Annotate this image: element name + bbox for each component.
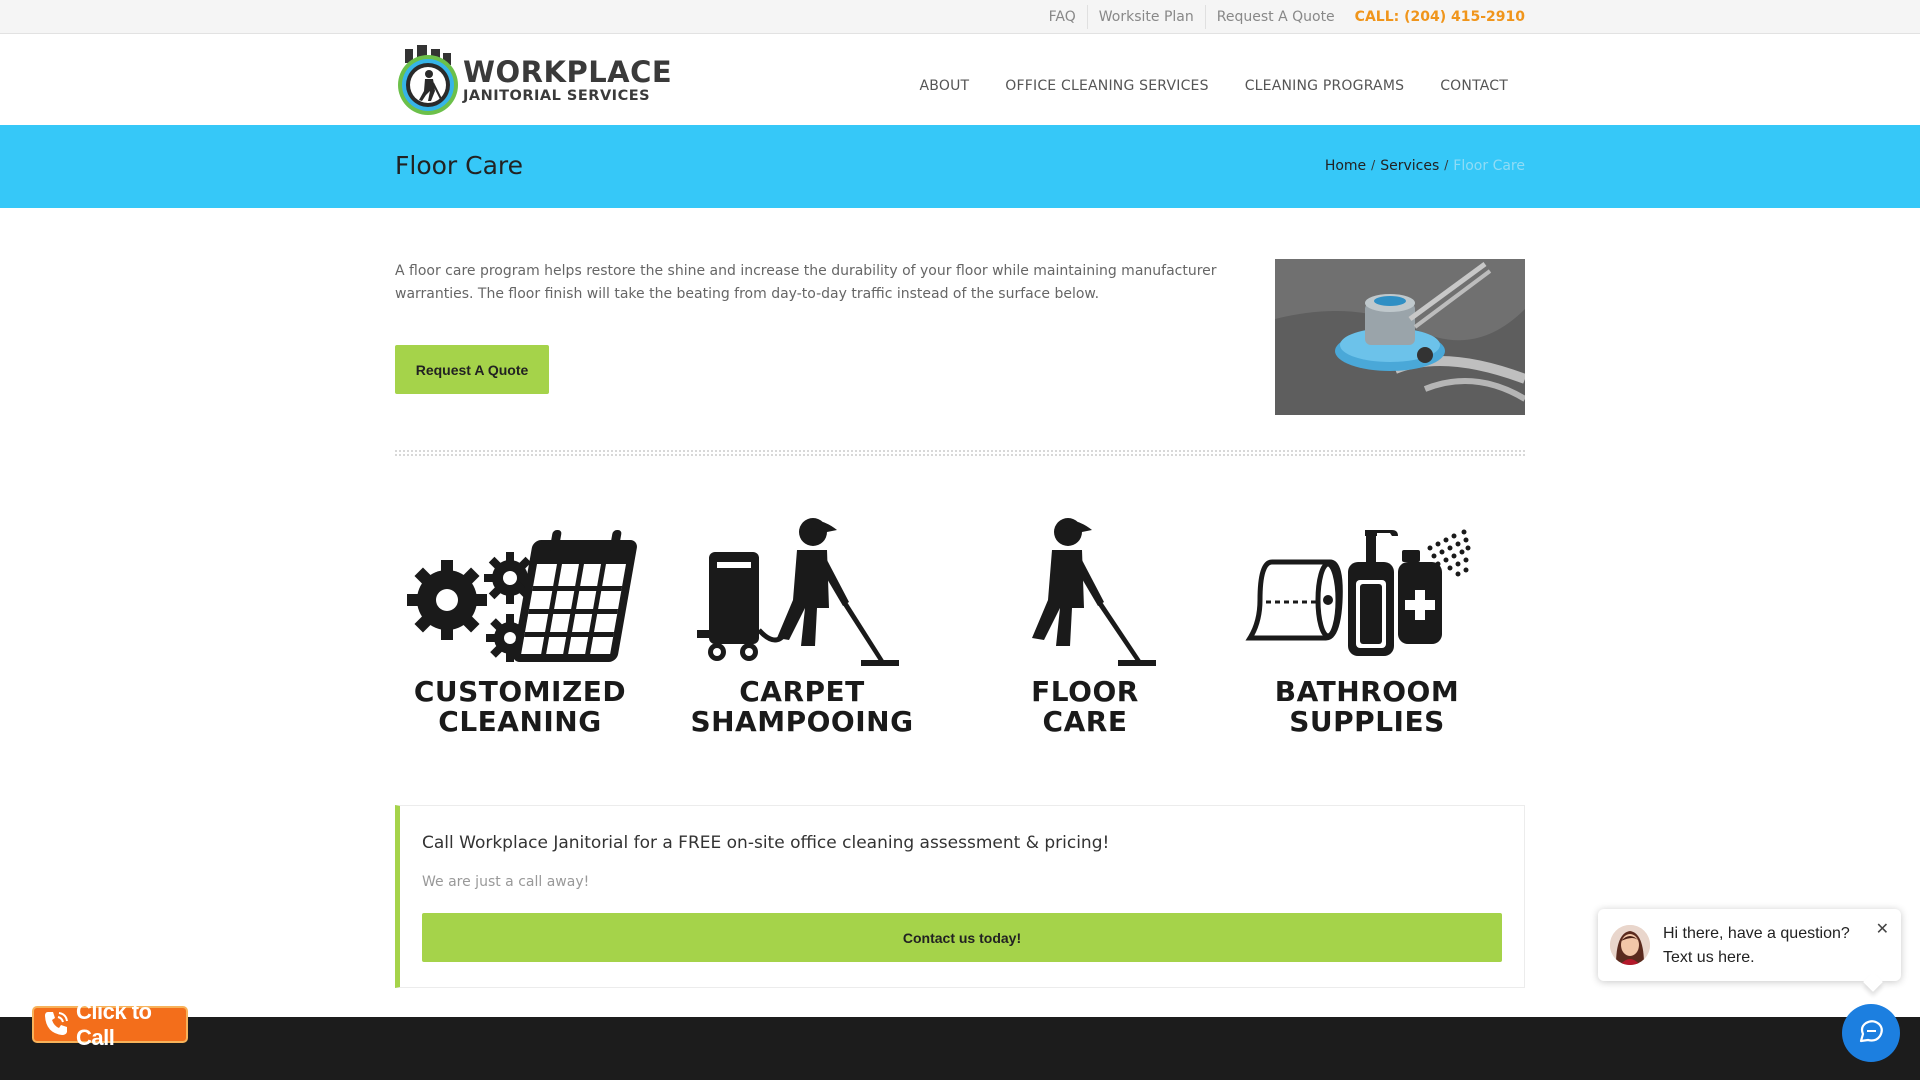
nav-item-contact[interactable]: CONTACT	[1440, 78, 1508, 94]
page-title: Floor Care	[395, 151, 524, 180]
cta-box: Call Workplace Janitorial for a FREE on-…	[395, 805, 1525, 988]
top-bar: FAQ Worksite Plan Request A Quote CALL: …	[0, 0, 1920, 34]
page-title-bar: Floor Care Home / Services / Floor Care	[0, 125, 1920, 208]
site-footer	[0, 1017, 1920, 1080]
carpet-shampoo-icon	[697, 518, 899, 666]
section-divider	[395, 450, 1525, 456]
logo-badge-icon	[395, 43, 461, 119]
main-nav: ABOUT OFFICE CLEANING SERVICES CLEANING …	[884, 78, 1508, 94]
service-floor-care[interactable]: FLOOR CARE	[960, 510, 1210, 740]
nav-item-about[interactable]: ABOUT	[920, 78, 970, 94]
click-to-call-label: Click to Call	[76, 998, 152, 1050]
service-label-line1: FLOOR	[1031, 675, 1139, 708]
cta-subtitle: We are just a call away!	[422, 874, 590, 890]
services-row: CUSTOMIZED CLEANING CARPET SHAMPOOING FL…	[395, 510, 1525, 740]
contact-us-button[interactable]: Contact us today!	[422, 913, 1502, 962]
service-label-line2: SUPPLIES	[1289, 705, 1445, 738]
breadcrumb-separator: /	[1371, 158, 1376, 172]
topbar-link-request-quote[interactable]: Request A Quote	[1204, 4, 1346, 29]
service-label-line2: SHAMPOOING	[690, 705, 914, 738]
topbar-link-worksite-plan[interactable]: Worksite Plan	[1086, 4, 1205, 29]
service-label-line2: CLEANING	[438, 705, 602, 738]
service-bathroom-supplies[interactable]: BATHROOM SUPPLIES	[1242, 510, 1492, 740]
breadcrumb-current: Floor Care	[1453, 158, 1525, 174]
breadcrumb-services[interactable]: Services	[1380, 158, 1439, 174]
chat-launcher-button[interactable]	[1842, 1004, 1900, 1062]
chat-prompt-line1: Hi there, have a question?	[1663, 925, 1850, 942]
intro-paragraph: A floor care program helps restore the s…	[395, 263, 1217, 302]
floor-buffer-photo	[1275, 259, 1525, 415]
topbar-call-link[interactable]: CALL: (204) 415-2910	[1346, 5, 1525, 29]
nav-item-office-cleaning-services[interactable]: OFFICE CLEANING SERVICES	[1005, 78, 1208, 94]
service-customized-cleaning[interactable]: CUSTOMIZED CLEANING	[395, 510, 645, 740]
nav-item-cleaning-programs[interactable]: CLEANING PROGRAMS	[1245, 78, 1405, 94]
floor-mopping-icon	[1032, 518, 1156, 666]
request-quote-button[interactable]: Request A Quote	[395, 345, 549, 394]
service-label-line2: CARE	[1042, 705, 1128, 738]
service-label-line1: CARPET	[739, 675, 865, 708]
service-label-line1: BATHROOM	[1274, 675, 1460, 708]
chat-close-icon[interactable]: ✕	[1876, 919, 1889, 938]
phone-icon	[42, 1009, 70, 1041]
logo-line1: WORKPLACE	[463, 55, 673, 90]
topbar-link-faq[interactable]: FAQ	[1038, 5, 1087, 29]
breadcrumb-home[interactable]: Home	[1325, 158, 1366, 174]
site-logo[interactable]: WORKPLACE JANITORIAL SERVICES	[395, 43, 673, 119]
breadcrumb: Home / Services / Floor Care	[1325, 158, 1525, 174]
bathroom-supplies-icon	[1245, 529, 1471, 656]
gears-calendar-icon	[407, 530, 637, 662]
site-header: WORKPLACE JANITORIAL SERVICES ABOUT OFFI…	[0, 34, 1920, 125]
service-label-line1: CUSTOMIZED	[413, 675, 627, 708]
logo-line2: JANITORIAL SERVICES	[463, 88, 651, 105]
chat-icon	[1857, 1017, 1885, 1049]
service-carpet-shampooing[interactable]: CARPET SHAMPOOING	[677, 510, 927, 740]
chat-agent-avatar	[1610, 925, 1650, 965]
breadcrumb-separator: /	[1444, 158, 1449, 172]
chat-prompt-line2: Text us here.	[1663, 949, 1755, 966]
click-to-call-button[interactable]: Click to Call	[32, 999, 188, 1050]
cta-title: Call Workplace Janitorial for a FREE on-…	[422, 833, 1110, 853]
chat-prompt-bubble[interactable]: Hi there, have a question? Text us here.…	[1598, 909, 1901, 981]
